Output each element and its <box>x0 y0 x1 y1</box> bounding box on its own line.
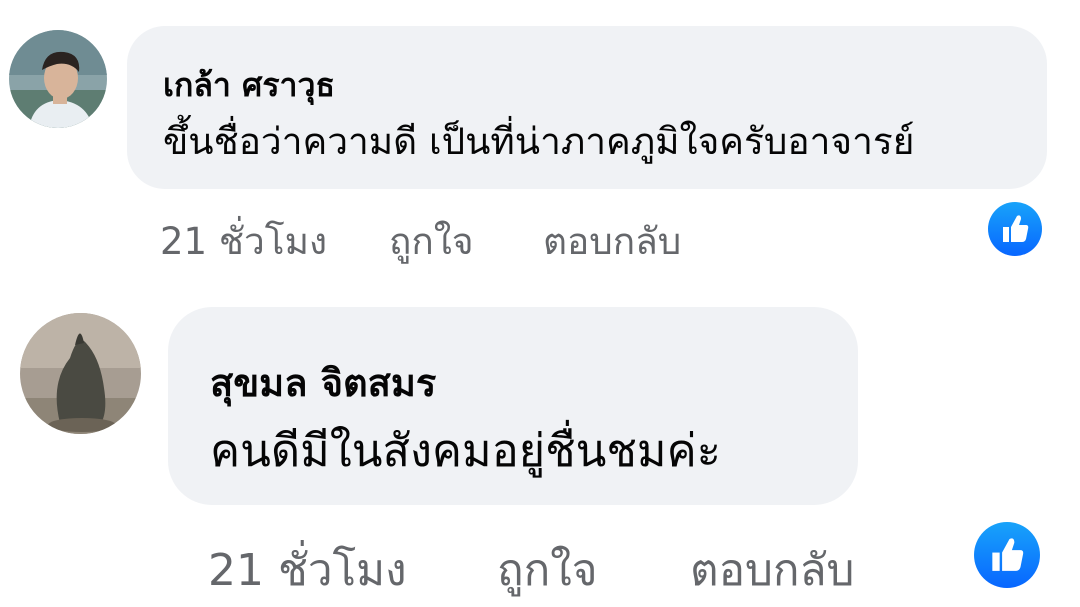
like-button[interactable]: ถูกใจ <box>389 212 474 271</box>
comment-text: ขึ้นชื่อว่าความดี เป็นที่น่าภาคภูมิใจครั… <box>163 120 915 163</box>
reply-button[interactable]: ตอบกลับ <box>543 212 681 271</box>
avatar-image <box>20 313 141 434</box>
reply-button[interactable]: ตอบกลับ <box>690 535 854 605</box>
like-button[interactable]: ถูกใจ <box>497 535 598 605</box>
comment-author[interactable]: สุขมล จิตสมร <box>210 352 436 413</box>
like-reaction-badge[interactable] <box>974 522 1040 588</box>
avatar[interactable] <box>20 313 141 434</box>
comment-timestamp[interactable]: 21 ชั่วโมง <box>208 535 407 605</box>
comment-text: คนดีมีในสังคมอยู่ชื่นชมค่ะ <box>210 424 721 477</box>
comment-timestamp[interactable]: 21 ชั่วโมง <box>160 212 327 271</box>
comment-author[interactable]: เกล้า ศราวุธ <box>163 60 335 111</box>
avatar[interactable] <box>9 30 107 128</box>
avatar-image <box>9 30 107 128</box>
like-icon <box>1003 215 1029 242</box>
like-reaction-badge[interactable] <box>988 202 1042 256</box>
like-icon <box>992 538 1024 571</box>
